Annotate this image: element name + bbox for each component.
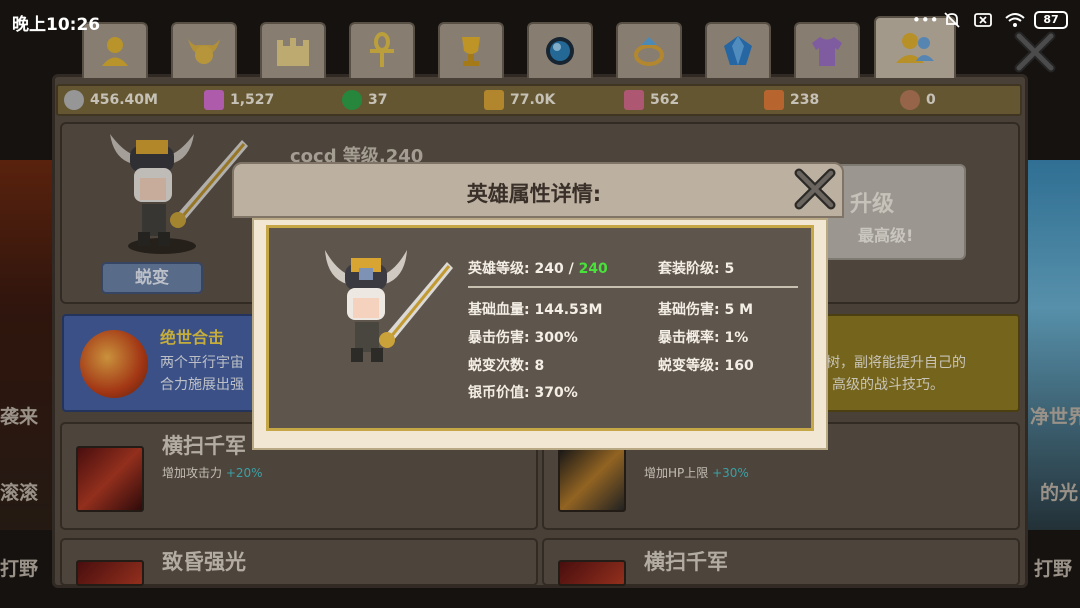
stat-coin-value: 银币价值: 370%	[468, 385, 578, 401]
dialog-title: 英雄属性详情:	[466, 182, 602, 206]
sim-off-icon	[973, 10, 993, 30]
stat-transform-level: 蜕变等级: 160	[658, 358, 754, 374]
stat-hero-level: 英雄等级: 240 / 240	[468, 261, 608, 277]
stat-crit-rate: 暴击概率: 1%	[658, 330, 749, 346]
stat-base-hp: 基础血量: 144.53M	[468, 302, 603, 318]
status-time: 晚上10:26	[12, 15, 101, 35]
hero-stats-panel: 英雄等级: 240 / 240 套装阶级: 5 基础血量: 144.53M 基础…	[266, 225, 814, 431]
dialog-header: 英雄属性详情:	[232, 162, 844, 218]
battery-indicator: 87	[1034, 11, 1068, 29]
more-dots-icon: •••	[912, 11, 939, 29]
stat-base-damage: 基础伤害: 5 M	[658, 302, 754, 318]
hero-portrait	[319, 242, 459, 376]
wifi-icon	[1004, 10, 1026, 30]
mute-bell-icon	[942, 10, 962, 30]
dialog-close-button[interactable]	[790, 164, 840, 214]
stat-crit-damage: 暴击伤害: 300%	[468, 330, 578, 346]
status-bar: 晚上10:26 ••• 87	[0, 0, 1080, 40]
stat-transform-count: 蜕变次数: 8	[468, 358, 545, 374]
stat-set-tier: 套装阶级: 5	[658, 261, 735, 277]
close-icon	[794, 168, 836, 210]
stats-divider	[468, 286, 798, 288]
